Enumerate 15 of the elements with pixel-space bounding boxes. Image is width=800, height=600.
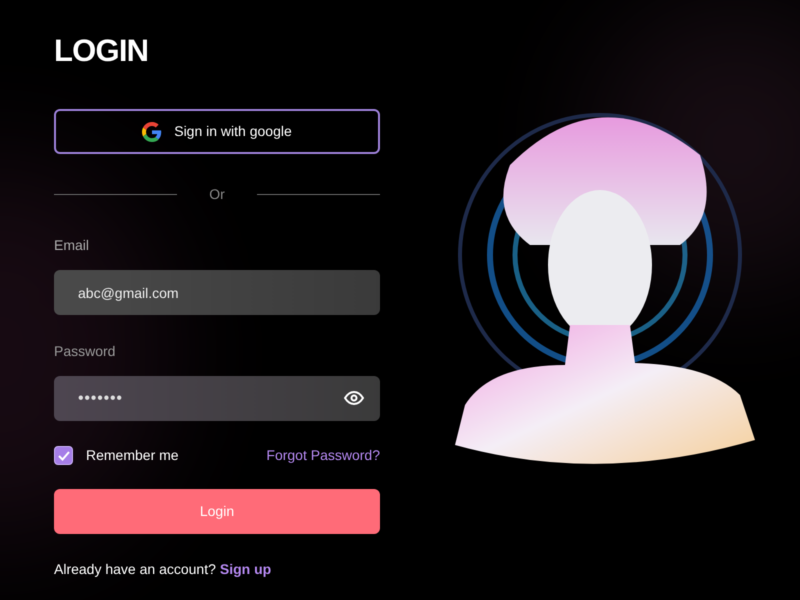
signup-prompt: Already have an account? xyxy=(54,560,216,579)
google-logo-icon xyxy=(142,122,162,142)
eye-icon[interactable] xyxy=(344,391,364,405)
divider-label: Or xyxy=(208,185,226,204)
signup-link[interactable]: Sign up xyxy=(220,559,272,580)
forgot-password-link[interactable]: Forgot Password? xyxy=(266,445,380,466)
email-input-field[interactable]: abc@gmail.com xyxy=(54,270,380,315)
password-label: Password xyxy=(54,342,116,361)
remember-label: Remember me xyxy=(86,446,179,465)
google-sign-in-button[interactable]: Sign in with google xyxy=(54,109,380,154)
email-label: Email xyxy=(54,236,90,255)
page-title: LOGIN xyxy=(54,33,150,69)
password-input-field[interactable]: ••••••• xyxy=(54,376,380,421)
remember-checkbox[interactable] xyxy=(54,446,73,465)
checkmark-icon xyxy=(58,450,70,460)
